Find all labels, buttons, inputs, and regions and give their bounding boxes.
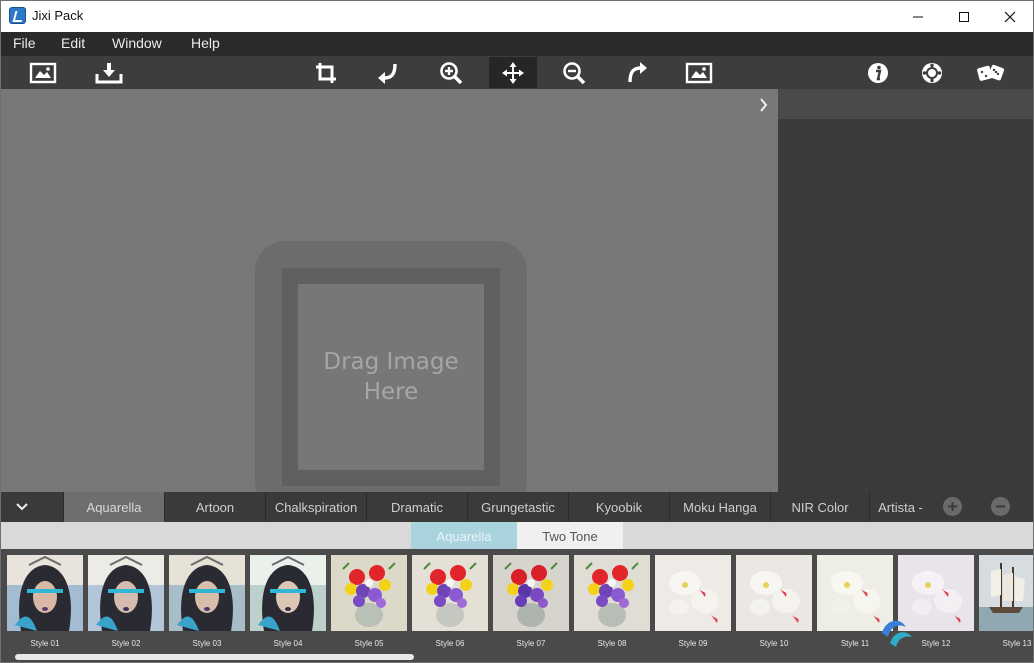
maximize-icon bbox=[959, 11, 969, 22]
plus-icon bbox=[948, 502, 957, 511]
sub-tabs: Aquarella Two Tone bbox=[1, 522, 1033, 549]
thumbnail-scrollbar[interactable] bbox=[15, 654, 414, 660]
minimize-button[interactable] bbox=[895, 1, 941, 32]
move-icon bbox=[502, 61, 524, 84]
undo-button[interactable] bbox=[364, 57, 412, 88]
portrait-thumbnail bbox=[7, 555, 83, 631]
drop-zone[interactable]: Drag Image Here bbox=[255, 241, 527, 513]
maximize-button[interactable] bbox=[941, 1, 987, 32]
redo-icon bbox=[628, 61, 647, 82]
window-title: Jixi Pack bbox=[32, 8, 84, 23]
redo-button[interactable] bbox=[613, 57, 661, 88]
style-label-03: Style 03 bbox=[192, 639, 222, 648]
menu-file[interactable]: File bbox=[13, 35, 36, 51]
style-label-04: Style 04 bbox=[273, 639, 303, 648]
tab-chalkspiration[interactable]: Chalkspiration bbox=[265, 492, 366, 522]
random-dice-icon bbox=[977, 64, 1005, 81]
zoom-out-icon bbox=[563, 61, 586, 84]
save-image-icon bbox=[95, 62, 123, 83]
style-label-10: Style 10 bbox=[759, 639, 789, 648]
chevron-down-icon bbox=[16, 503, 28, 511]
style-label-01: Style 01 bbox=[30, 639, 60, 648]
style-label-07: Style 07 bbox=[516, 639, 546, 648]
thumb-style-07[interactable] bbox=[493, 555, 569, 631]
minus-icon bbox=[996, 505, 1005, 508]
subtab-two-tone[interactable]: Two Tone bbox=[517, 522, 623, 549]
style-label-02: Style 02 bbox=[111, 639, 141, 648]
chevron-right-icon[interactable] bbox=[753, 97, 773, 113]
drop-hint-line2: Here bbox=[363, 379, 419, 405]
menu-bar: File Edit Window Help bbox=[1, 32, 1033, 56]
collapse-tabs-button[interactable] bbox=[1, 492, 43, 522]
thumb-style-09[interactable] bbox=[655, 555, 731, 631]
style-label-06: Style 06 bbox=[435, 639, 465, 648]
tab-grungetastic[interactable]: Grungetastic bbox=[467, 492, 568, 522]
image-canvas[interactable]: Drag Image Here bbox=[1, 89, 778, 513]
drop-zone-inner: Drag Image Here bbox=[298, 284, 484, 470]
title-bar: Jixi Pack bbox=[1, 1, 1033, 32]
move-button[interactable] bbox=[489, 57, 537, 88]
undo-icon bbox=[378, 63, 397, 84]
thumb-style-01[interactable] bbox=[7, 555, 83, 631]
save-image-button[interactable] bbox=[85, 57, 133, 88]
app-window: Jixi Pack File Edit Window Help Drag Ima… bbox=[0, 0, 1034, 663]
open-image-icon bbox=[29, 62, 57, 83]
drop-hint-line1: Drag Image bbox=[323, 349, 459, 375]
category-tabs: Aquarella Artoon Chalkspiration Dramatic… bbox=[1, 492, 1033, 522]
close-icon bbox=[1004, 11, 1016, 22]
tab-artista[interactable]: Artista - bbox=[869, 492, 931, 522]
tab-artoon[interactable]: Artoon bbox=[164, 492, 265, 522]
tab-aquarella[interactable]: Aquarella bbox=[63, 492, 164, 522]
toolbar bbox=[1, 56, 1033, 89]
minimize-icon bbox=[913, 16, 923, 17]
zoom-out-button[interactable] bbox=[550, 57, 598, 88]
info-button[interactable] bbox=[854, 57, 902, 88]
tab-moku-hanga[interactable]: Moku Hanga bbox=[669, 492, 770, 522]
open-image-button[interactable] bbox=[19, 57, 67, 88]
thumb-style-05[interactable] bbox=[331, 555, 407, 631]
app-logo-icon bbox=[9, 7, 26, 24]
watermark-logo bbox=[882, 620, 912, 647]
thumb-style-03[interactable] bbox=[169, 555, 245, 631]
random-button[interactable] bbox=[967, 57, 1015, 88]
thumb-style-10[interactable] bbox=[736, 555, 812, 631]
fit-image-icon bbox=[685, 62, 713, 83]
thumb-style-04[interactable] bbox=[250, 555, 326, 631]
settings-icon bbox=[922, 62, 942, 83]
side-panel bbox=[778, 89, 1033, 492]
style-label-09: Style 09 bbox=[678, 639, 708, 648]
thumb-style-06[interactable] bbox=[412, 555, 488, 631]
tab-kyoobik[interactable]: Kyoobik bbox=[568, 492, 669, 522]
subtab-aquarella[interactable]: Aquarella bbox=[411, 522, 517, 549]
menu-window[interactable]: Window bbox=[112, 35, 162, 51]
menu-help[interactable]: Help bbox=[191, 35, 220, 51]
add-category-button[interactable] bbox=[943, 497, 962, 516]
menu-edit[interactable]: Edit bbox=[61, 35, 85, 51]
crop-button[interactable] bbox=[302, 57, 350, 88]
tab-nir-color[interactable]: NIR Color bbox=[770, 492, 869, 522]
thumb-style-02[interactable] bbox=[88, 555, 164, 631]
style-label-05: Style 05 bbox=[354, 639, 384, 648]
zoom-in-icon bbox=[440, 61, 463, 84]
thumb-style-08[interactable] bbox=[574, 555, 650, 631]
tab-dramatic[interactable]: Dramatic bbox=[366, 492, 467, 522]
close-button[interactable] bbox=[987, 1, 1033, 32]
zoom-in-button[interactable] bbox=[427, 57, 475, 88]
drop-zone-frame: Drag Image Here bbox=[282, 268, 500, 486]
crop-icon bbox=[316, 62, 336, 83]
settings-button[interactable] bbox=[908, 57, 956, 88]
remove-category-button[interactable] bbox=[991, 497, 1010, 516]
fit-image-button[interactable] bbox=[675, 57, 723, 88]
style-label-08: Style 08 bbox=[597, 639, 627, 648]
side-panel-header bbox=[778, 89, 1033, 119]
info-icon bbox=[868, 62, 888, 83]
